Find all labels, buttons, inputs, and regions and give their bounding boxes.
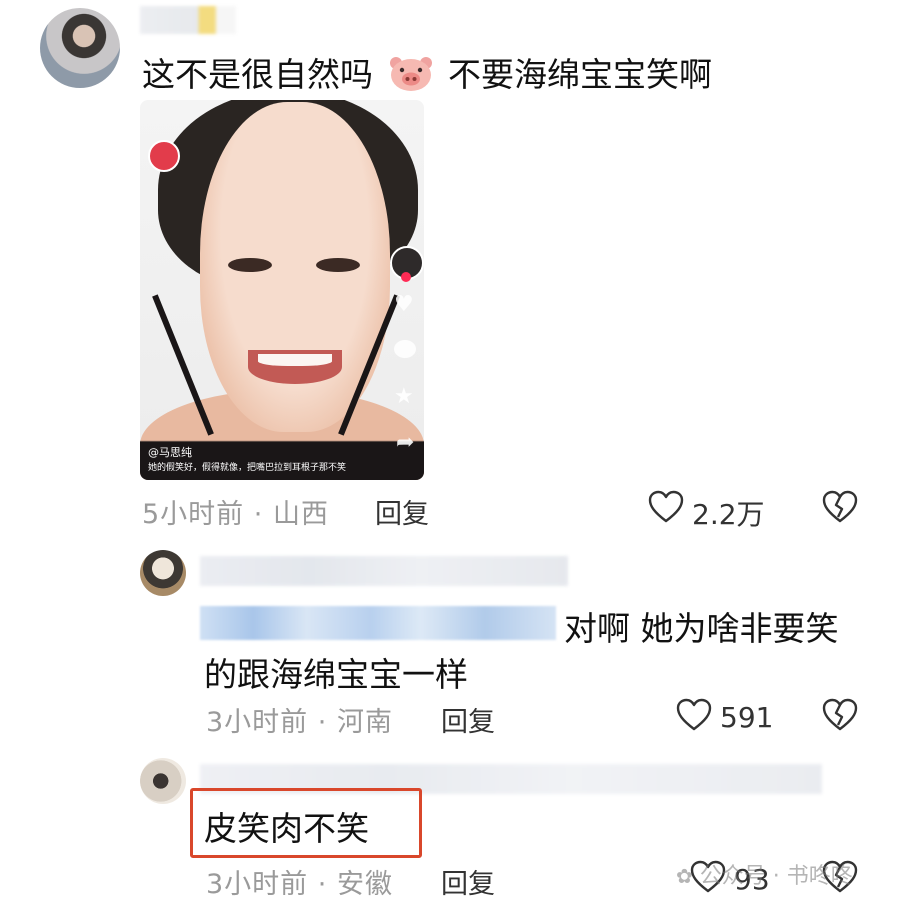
reply-meta: 3小时前 · 安徽 [206,862,393,901]
reply-text-line1: 对啊 她为啥非要笑 [564,609,839,648]
video-favorite-icon[interactable]: ★ [394,384,414,409]
video-author-label: @马思纯 [148,446,192,459]
reply-text: 皮笑肉不笑 [204,809,369,848]
reply-button[interactable]: 回复 [441,862,495,901]
watermark-text: 公众号 · 书咚咚 [699,864,853,889]
comment-meta: 5小时前 · 山西 [142,492,329,531]
meta-separator: · [317,707,328,738]
commenter-name-blurred[interactable] [140,6,236,34]
reply-location: 河南 [336,707,393,738]
reply-time: 3小时前 [206,707,309,738]
commenter-avatar[interactable] [40,8,120,88]
comment-text-part1: 这不是很自然吗 [142,55,373,94]
reply-text-line2: 的跟海绵宝宝一样 [204,655,468,694]
video-like-icon[interactable]: ♥ [394,292,414,317]
reply-location: 安徽 [336,869,393,900]
like-count: 2.2万 [692,498,765,531]
video-comment-icon[interactable] [394,340,416,358]
dislike-icon[interactable] [822,698,858,732]
video-share-icon[interactable]: ➦ [396,430,414,455]
reply-button[interactable]: 回复 [441,700,495,739]
comment-text: 这不是很自然吗 不要海绵宝宝笑啊 [142,48,712,96]
video-eye-left [228,258,272,272]
comment-text-part2: 不要海绵宝宝笑啊 [448,55,712,94]
meta-separator: · [253,499,264,530]
video-caption: 她的假笑好，假得就像，把嘴巴拉到耳根子那不笑 [148,463,347,473]
reply-username-blurred[interactable] [200,556,568,586]
reply-meta: 3小时前 · 河南 [206,700,393,739]
reply-avatar[interactable] [140,550,186,596]
like-count: 591 [720,701,774,734]
video-live-badge-icon [148,140,180,172]
reply-avatar[interactable] [140,758,186,804]
watermark: ✿ 公众号 · 书咚咚 [676,858,853,890]
reply-button[interactable]: 回复 [375,492,429,531]
video-smile [248,350,342,384]
meta-separator: · [317,869,328,900]
video-thumbnail[interactable]: ♥ ★ ➦ @马思纯 她的假笑好，假得就像，把嘴巴拉到耳根子那不笑 [140,100,424,480]
reply-mention-blurred[interactable] [200,606,556,640]
comment-time: 5小时前 [142,499,245,530]
wechat-icon: ✿ [676,864,693,888]
pig-face-icon [388,54,434,92]
like-icon[interactable] [676,698,712,732]
like-icon[interactable] [648,490,684,524]
dislike-icon[interactable] [822,490,858,524]
video-eye-right [316,258,360,272]
comment-location: 山西 [272,499,329,530]
reply-time: 3小时前 [206,869,309,900]
